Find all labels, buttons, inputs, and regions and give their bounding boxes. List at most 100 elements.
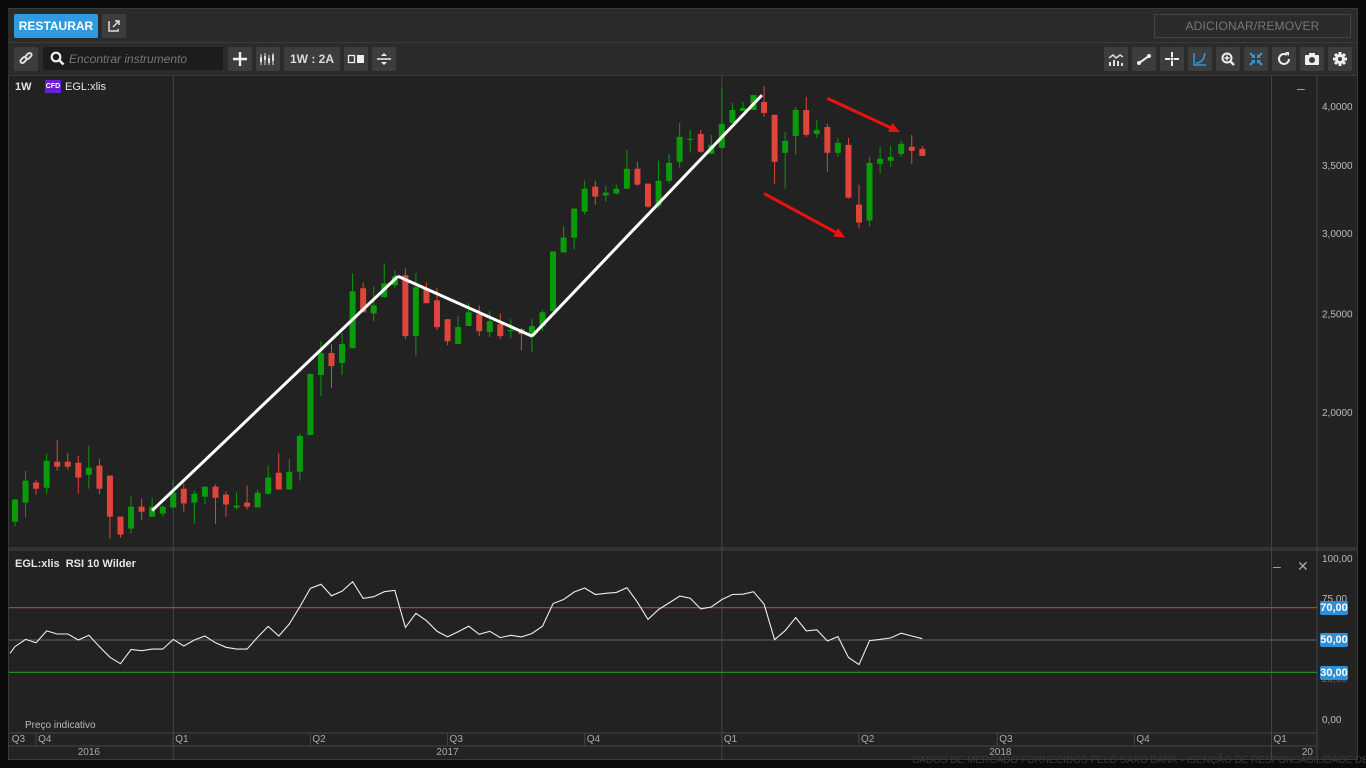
candle-up — [877, 158, 884, 164]
candle-down — [402, 275, 409, 337]
candle-up — [191, 493, 198, 503]
quarter-label: Q3 — [999, 734, 1013, 745]
candle-down — [33, 482, 40, 489]
data-disclaimer-link[interactable]: DADOS DE MERCADO FORNECIDOS PELO SAXO BA… — [912, 755, 1366, 766]
year-label: 2016 — [78, 747, 101, 758]
candle-up — [465, 312, 472, 327]
quarter-label: Q3 — [12, 734, 26, 745]
candle-up — [128, 506, 135, 529]
quarter-label: Q4 — [38, 734, 52, 745]
minimize-rsi-button[interactable]: – — [1273, 558, 1281, 574]
candle-up — [170, 492, 177, 508]
candle-down — [497, 324, 504, 337]
rsi-title[interactable]: EGL:xlis RSI 10 Wilder — [15, 558, 136, 570]
candle-up — [560, 237, 567, 253]
candle-up — [43, 460, 50, 488]
candle-down — [180, 488, 187, 504]
candle-up — [339, 344, 346, 363]
price-tick-label: 2,0000 — [1322, 408, 1353, 419]
candle-down — [761, 102, 768, 113]
candle-up — [729, 109, 736, 123]
candle-down — [75, 462, 82, 478]
candle-up — [265, 477, 272, 494]
price-chart[interactable]: Q3 Q4 Q1 Q2 Q3 Q4 Q1 Q2 Q3 Q4 Q12016 2017 2018 204,00… — [0, 0, 1366, 768]
candle-down — [476, 314, 483, 332]
price-plot-area — [9, 76, 1317, 547]
period-label: 1W — [15, 81, 32, 93]
symbol-label[interactable]: EGL:xlis — [65, 81, 106, 93]
candle-down — [919, 148, 926, 156]
close-rsi-button[interactable]: ✕ — [1297, 558, 1309, 575]
cfd-badge: CFD — [45, 80, 61, 93]
price-tick-label: 3,0000 — [1322, 229, 1353, 240]
minimize-chart-button[interactable]: – — [1297, 80, 1305, 96]
candle-up — [12, 499, 18, 522]
quarter-label: Q3 — [450, 734, 464, 745]
candle-up — [507, 330, 514, 332]
candle-down — [328, 353, 335, 367]
candle-down — [824, 127, 831, 153]
candle-up — [898, 143, 905, 154]
candle-down — [634, 168, 641, 185]
candle-up — [550, 251, 557, 312]
candle-down — [434, 300, 440, 328]
candle-down — [444, 319, 451, 342]
candle-up — [307, 373, 314, 435]
quarter-label: Q1 — [724, 734, 738, 745]
indicative-price-note: Preço indicativo — [25, 720, 96, 731]
candle-down — [244, 502, 251, 507]
candle-down — [645, 183, 651, 207]
candle-up — [412, 287, 419, 337]
candle-down — [212, 486, 219, 498]
candle-up — [813, 129, 820, 134]
rsi-level-50: 50,00 — [1320, 633, 1348, 647]
quarter-label: Q4 — [1136, 734, 1150, 745]
candle-up — [666, 162, 673, 181]
rsi-tick: 100,00 — [1322, 554, 1353, 565]
price-tick-label: 2,5000 — [1322, 310, 1353, 321]
candle-up — [159, 506, 166, 514]
candle-up — [602, 192, 609, 196]
rsi-plot-area — [9, 551, 1317, 733]
candle-up — [792, 109, 799, 136]
candle-up — [866, 162, 873, 221]
candle-down — [592, 186, 599, 197]
quarter-label: Q2 — [312, 734, 326, 745]
candle-up — [739, 107, 746, 111]
candle-down — [96, 465, 103, 489]
candle-up — [85, 467, 92, 475]
candle-up — [834, 142, 841, 153]
year-label: 2017 — [436, 747, 459, 758]
candle-up — [687, 138, 694, 140]
candle-down — [106, 475, 113, 517]
candle-up — [581, 188, 588, 212]
candle-up — [22, 480, 29, 503]
candle-down — [803, 109, 810, 135]
candle-up — [486, 321, 493, 333]
candle-down — [771, 114, 778, 162]
candle-up — [571, 208, 578, 238]
candle-up — [676, 136, 683, 162]
candle-up — [370, 305, 377, 314]
candle-down — [117, 516, 124, 535]
price-tick-label: 4,0000 — [1322, 102, 1353, 113]
candle-down — [697, 133, 704, 152]
candle-down — [845, 144, 852, 198]
candle-up — [887, 156, 894, 161]
candle-up — [233, 505, 240, 508]
candle-up — [317, 353, 324, 375]
quarter-label: Q1 — [1274, 734, 1288, 745]
candle-up — [296, 435, 303, 472]
quarter-label: Q1 — [175, 734, 189, 745]
candle-down — [908, 146, 915, 151]
candle-up — [286, 471, 293, 490]
candle-down — [54, 461, 61, 467]
candle-up — [254, 492, 261, 508]
candle-down — [223, 494, 229, 505]
candle-down — [64, 461, 71, 467]
candle-up — [201, 486, 208, 497]
panel-splitter[interactable] — [9, 547, 1357, 551]
price-tick-label: 3,5000 — [1322, 161, 1353, 172]
quarter-label: Q4 — [587, 734, 601, 745]
candle-up — [782, 140, 789, 153]
